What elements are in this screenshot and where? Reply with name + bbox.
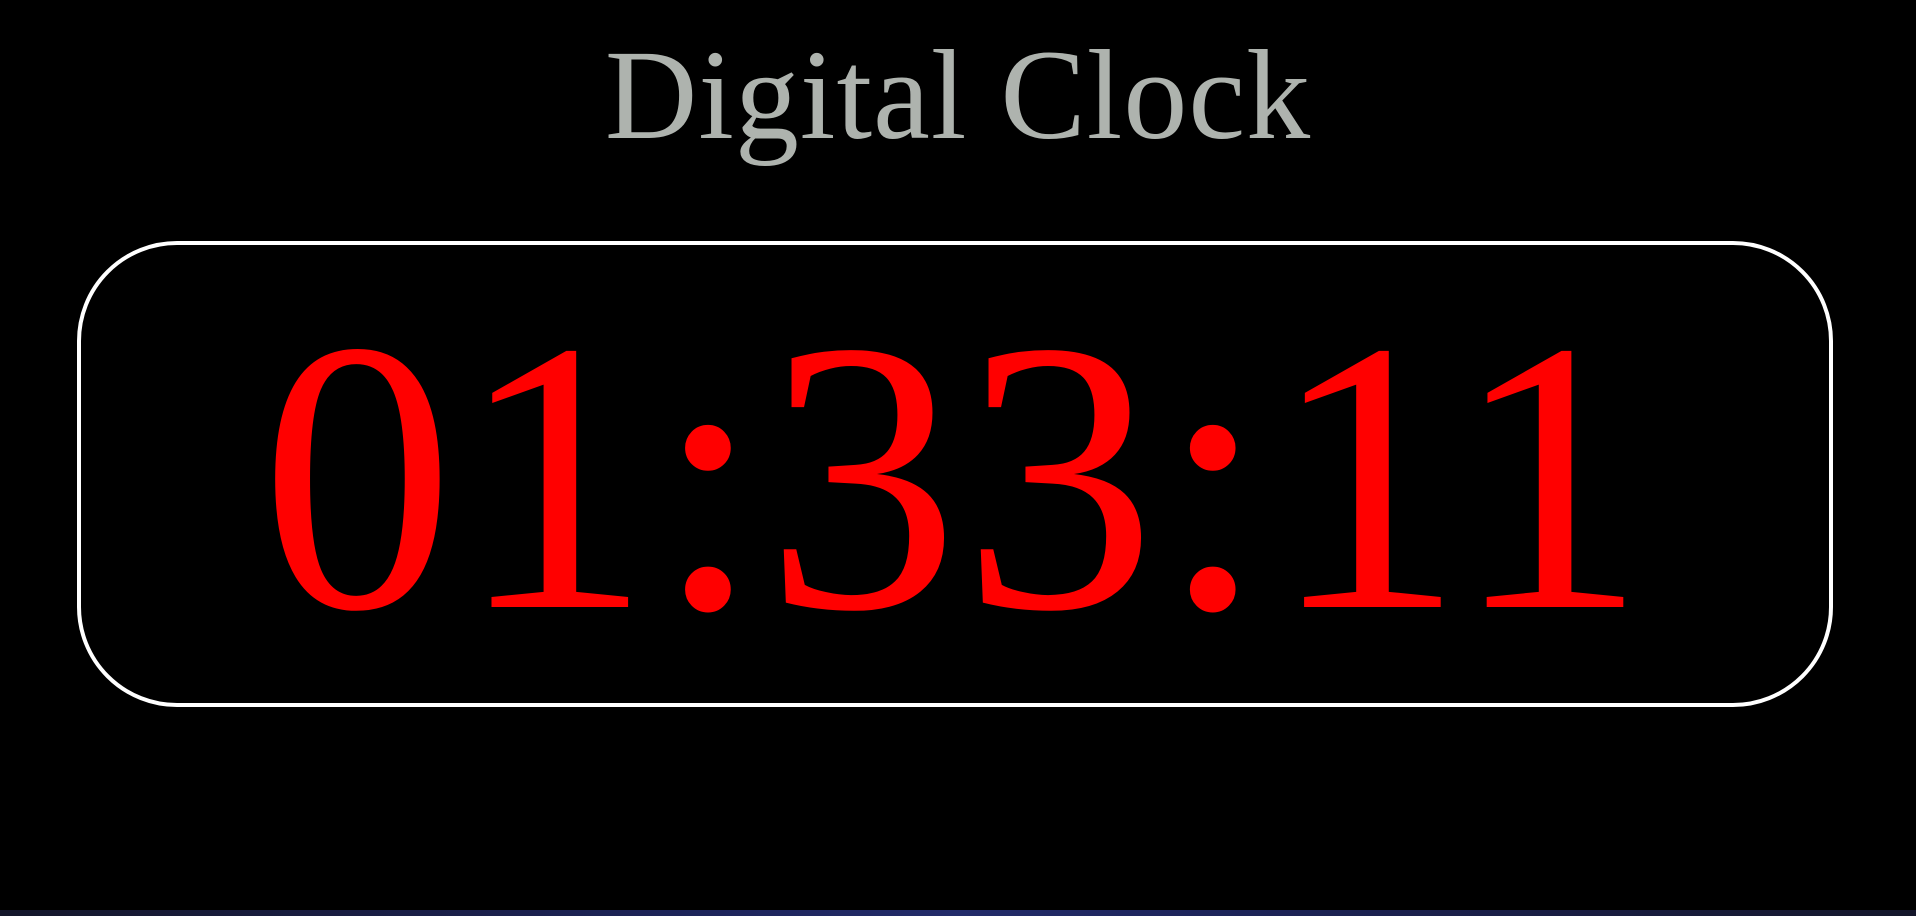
bottom-edge-strip xyxy=(0,910,1916,916)
clock-display-frame: 01:33:11 xyxy=(77,241,1833,707)
clock-time-display: 01:33:11 xyxy=(260,261,1650,691)
clock-page: Digital Clock 01:33:11 xyxy=(0,0,1916,916)
page-title: Digital Clock xyxy=(604,24,1312,166)
